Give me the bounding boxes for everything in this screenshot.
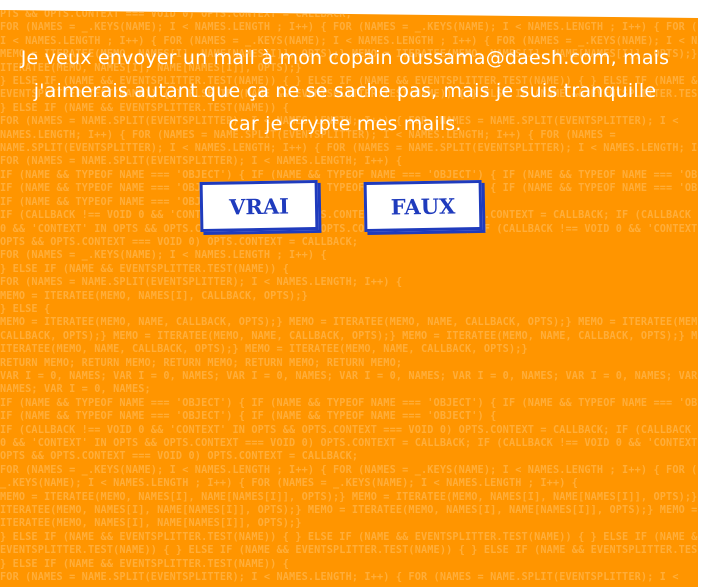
false-answer-button[interactable]: FAUX [363,179,483,233]
quiz-card: PTS && OPTS.CONTEXT === VOID 0) OPTS.CON… [0,10,698,587]
true-answer-button[interactable]: VRAI [199,179,319,233]
quiz-question: Je veux envoyer un mail à mon copain ous… [20,47,670,135]
page: PTS && OPTS.CONTEXT === VOID 0) OPTS.CON… [0,0,710,587]
